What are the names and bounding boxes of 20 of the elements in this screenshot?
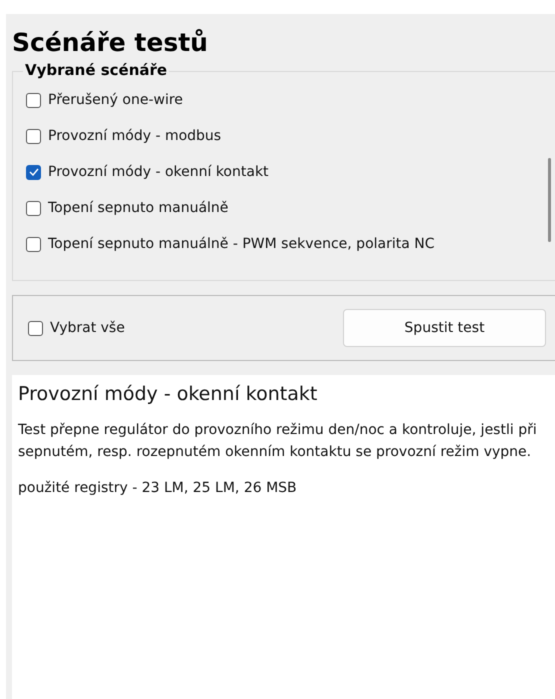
checkbox-label[interactable]: Topení sepnuto manuálně — [48, 200, 228, 216]
page-title: Scénáře testů — [12, 28, 209, 57]
checkbox-label[interactable]: Vybrat vše — [50, 320, 125, 336]
group-label: Vybrané scénáře — [23, 61, 170, 79]
checkbox-label[interactable]: Topení sepnuto manuálně - PWM sekvence, polarita NC — [48, 236, 435, 252]
checkbox[interactable] — [28, 320, 43, 336]
checkbox-label[interactable]: Provozní módy - modbus — [48, 128, 222, 144]
scenario-heading: Provozní módy - okenní kontakt — [18, 383, 318, 405]
checkbox[interactable] — [26, 200, 41, 216]
checkbox[interactable] — [26, 164, 41, 180]
scrollbar-thumb[interactable] — [548, 158, 550, 242]
checkbox-label[interactable]: Provozní módy - okenní kontakt — [48, 164, 269, 180]
description-text: Test přepne regulátor do provozního režimu den/noc a kontroluje, jestli při sepnutém, resp. rozepnutém okenním kontaktu se provozní režim vypne. — [18, 421, 538, 462]
run-test-button[interactable]: Spustit test — [343, 309, 546, 347]
checkbox[interactable] — [26, 236, 41, 252]
checkbox[interactable] — [26, 92, 41, 108]
check-icon — [28, 168, 38, 176]
checkbox[interactable] — [26, 128, 41, 144]
checkbox-label[interactable]: Přerušený one-wire — [48, 92, 183, 108]
description-text: použité registry - 23 LM, 25 LM, 26 MSB — [18, 479, 298, 498]
